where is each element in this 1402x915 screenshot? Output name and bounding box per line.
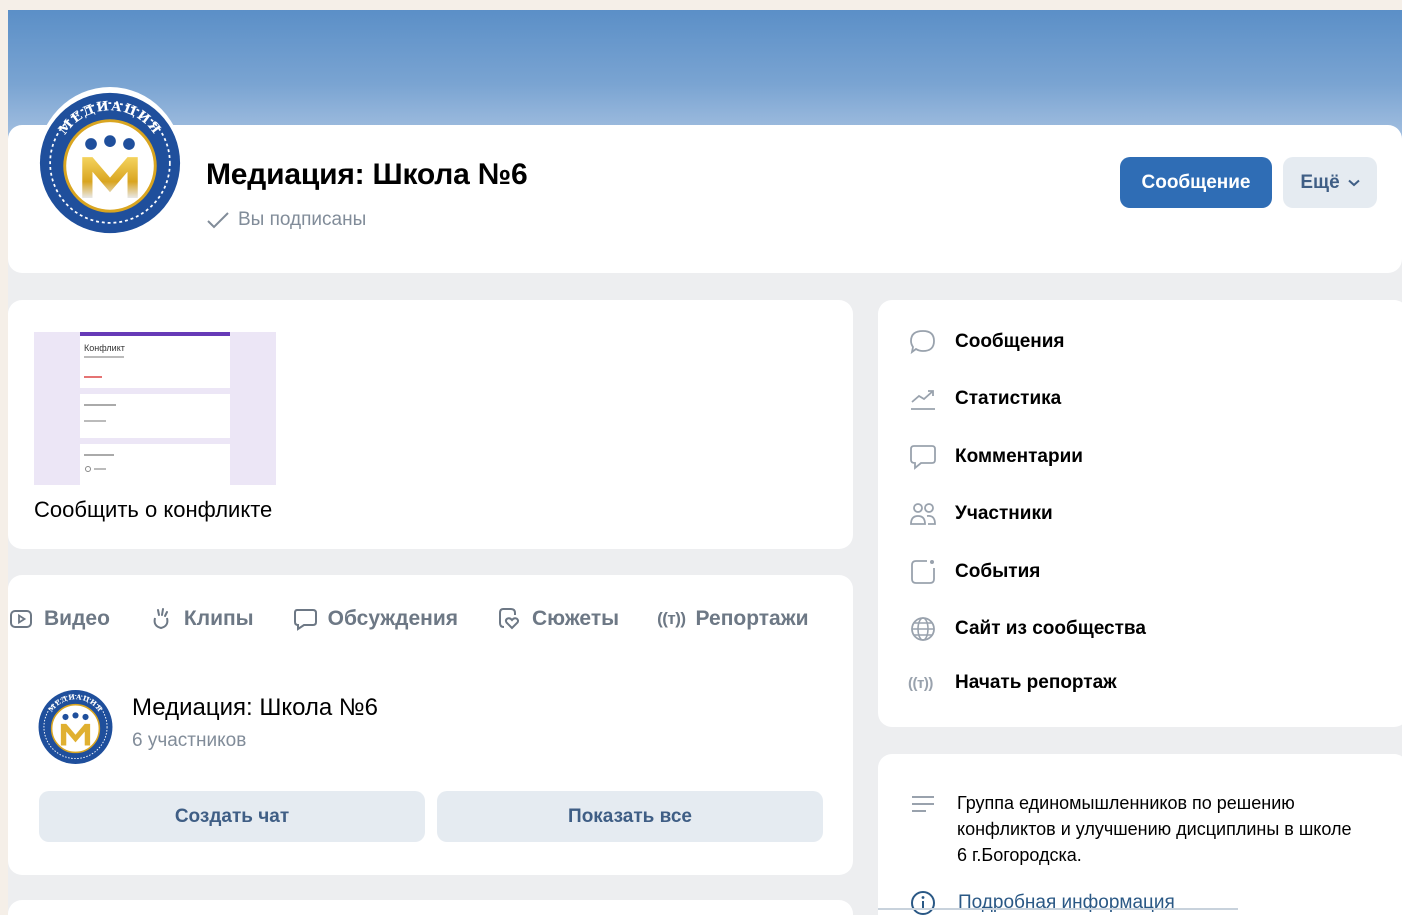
- info-icon: [911, 891, 935, 915]
- message-button[interactable]: Сообщение: [1120, 157, 1272, 208]
- tab-label: Видео: [44, 607, 110, 630]
- divider: [878, 908, 1238, 910]
- chat-avatar[interactable]: МЕДИАЦИЯ: [37, 688, 114, 766]
- show-all-button[interactable]: Показать все: [437, 791, 823, 842]
- chevron-down-icon: [1347, 179, 1360, 186]
- tab-label: Обсуждения: [327, 607, 458, 630]
- messages-icon: [910, 330, 935, 355]
- tab-label: Клипы: [183, 607, 254, 630]
- tab-broadcasts[interactable]: ((т)) Репортажи: [657, 607, 808, 631]
- subscription-status[interactable]: Вы подписаны: [206, 209, 366, 231]
- content-tabs: Видео Клипы Обсуждения Сюжеты ((т)) Репо…: [8, 606, 847, 632]
- tab-video[interactable]: Видео: [8, 606, 110, 632]
- broadcast-icon: ((т)): [908, 674, 933, 692]
- comments-icon: [910, 445, 936, 470]
- tab-label: Репортажи: [695, 607, 809, 630]
- menu-item-label: Участники: [955, 503, 1053, 524]
- statistics-icon: [911, 390, 935, 410]
- report-caption[interactable]: Сообщить о конфликте: [34, 497, 272, 523]
- group-title: Медиация: Школа №6: [206, 158, 528, 191]
- members-icon: [910, 503, 936, 525]
- menu-item-comments[interactable]: Комментарии: [908, 442, 1083, 472]
- menu-item-label: Сайт из сообщества: [955, 618, 1146, 639]
- group-avatar[interactable]: МЕДИАЦИЯ: [37, 87, 183, 239]
- clips-icon: [153, 608, 169, 630]
- events-icon: [911, 560, 935, 584]
- tab-discussions[interactable]: Обсуждения: [292, 606, 458, 632]
- group-page: МЕДИАЦИЯ Медиация: Школа №6 Вы подписаны…: [8, 10, 1402, 915]
- group-description: Группа единомышленников по решению конфл…: [957, 793, 1352, 865]
- tab-stories[interactable]: Сюжеты: [496, 606, 619, 632]
- globe-icon: [911, 617, 935, 641]
- report-form-thumbnail[interactable]: Конфликт: [34, 332, 276, 485]
- menu-item-start-broadcast[interactable]: ((т)) Начать репортаж: [908, 672, 1117, 694]
- mediation-logo-icon: МЕДИАЦИЯ: [38, 690, 113, 764]
- menu-item-label: События: [955, 561, 1041, 582]
- broadcast-icon: ((т)): [657, 609, 686, 628]
- menu-item-messages[interactable]: Сообщения: [908, 327, 1065, 357]
- stories-icon: [499, 608, 520, 630]
- menu-item-label: Статистика: [955, 388, 1062, 409]
- description-icon: [912, 796, 934, 812]
- video-icon: [10, 610, 32, 628]
- tab-label: Сюжеты: [532, 607, 620, 630]
- mediation-logo-icon: МЕДИАЦИЯ: [39, 92, 181, 234]
- discussions-icon: [293, 609, 317, 631]
- subscription-label: Вы подписаны: [238, 209, 367, 230]
- create-chat-button[interactable]: Создать чат: [39, 791, 425, 842]
- more-info-link[interactable]: Подробная информация: [958, 892, 1175, 914]
- form-preview-icon: Конфликт: [80, 332, 230, 485]
- menu-item-statistics[interactable]: Статистика: [908, 384, 1061, 414]
- menu-item-label: Сообщения: [955, 331, 1065, 352]
- check-icon: [207, 212, 229, 229]
- menu-item-label: Начать репортаж: [955, 672, 1117, 693]
- chat-members-count: 6 участников: [132, 730, 247, 751]
- svg-text:Конфликт: Конфликт: [84, 343, 125, 353]
- more-button[interactable]: Ещё: [1283, 157, 1377, 208]
- chat-title[interactable]: Медиация: Школа №6: [132, 694, 378, 722]
- tab-clips[interactable]: Клипы: [148, 606, 254, 632]
- menu-item-events[interactable]: События: [908, 557, 1040, 587]
- menu-item-members[interactable]: Участники: [908, 499, 1053, 529]
- menu-item-site[interactable]: Сайт из сообщества: [908, 614, 1146, 644]
- more-button-label: Ещё: [1300, 171, 1340, 193]
- next-card: [8, 900, 853, 915]
- menu-item-label: Комментарии: [955, 446, 1083, 467]
